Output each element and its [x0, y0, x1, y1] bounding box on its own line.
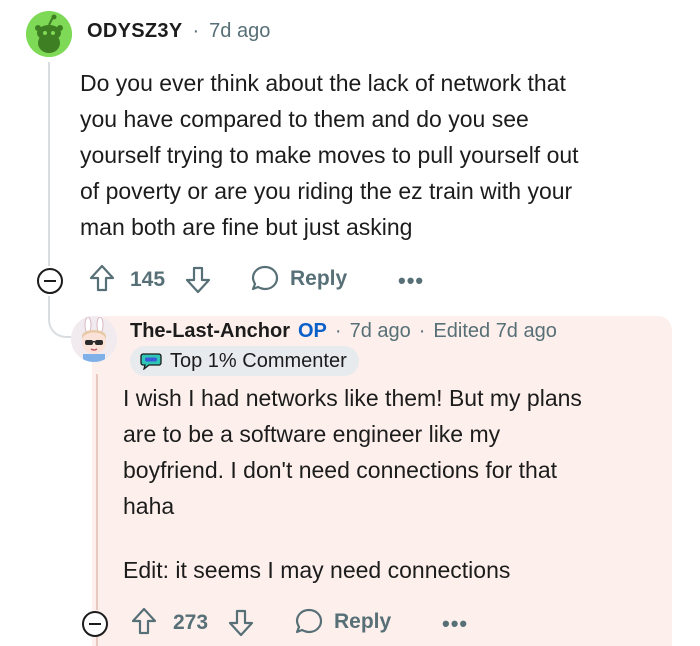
downvote-button[interactable] — [227, 608, 255, 638]
downvote-arrow-icon — [185, 266, 211, 294]
speech-bubble-icon — [295, 608, 323, 634]
comment-line: Do you ever think about the lack of netw… — [80, 70, 566, 96]
flair-text: Top 1% Commenter — [170, 349, 347, 372]
thread-line-curve — [48, 300, 72, 338]
thread-line-main — [48, 62, 50, 266]
comment-body: Do you ever think about the lack of netw… — [80, 65, 680, 245]
reply-button[interactable]: Reply — [294, 607, 391, 637]
op-badge: OP — [298, 320, 327, 342]
upvote-button[interactable] — [88, 263, 116, 293]
downvote-button[interactable] — [184, 265, 212, 295]
comment-line: man both are fine but just asking — [80, 214, 413, 240]
reply-label: Reply — [334, 610, 392, 633]
comment-line: yourself trying to make moves to pull yo… — [80, 142, 579, 168]
more-options-button[interactable]: ••• — [398, 268, 424, 294]
reply-thread-line-bottom — [96, 636, 98, 646]
snoo-avatar-icon — [26, 11, 72, 57]
reply-body: I wish I had networks like them! But my … — [123, 380, 663, 524]
edited-label: Edited 7d ago — [433, 320, 557, 342]
timestamp: 7d ago — [209, 20, 271, 42]
reply-label: Reply — [290, 267, 348, 290]
separator-dot: · — [334, 320, 342, 342]
reply-thread-line — [96, 374, 98, 610]
reply-line: boyfriend. I don't need connections for … — [123, 457, 558, 483]
user-flair: Top 1% Commenter — [130, 346, 359, 376]
separator-dot: · — [192, 20, 200, 42]
reply-button[interactable]: Reply — [250, 264, 347, 294]
more-options-button[interactable]: ••• — [442, 611, 468, 637]
collapse-button[interactable] — [82, 611, 108, 637]
reply-line: are to be a software engineer like my — [123, 421, 501, 447]
separator-dot: · — [418, 320, 426, 342]
reply-line: haha — [123, 493, 175, 519]
custom-avatar-icon — [71, 316, 117, 362]
upvote-arrow-icon — [131, 607, 157, 635]
vote-count: 145 — [130, 268, 166, 291]
reply-line: I wish I had networks like them! But my … — [123, 385, 582, 411]
avatar[interactable] — [71, 316, 117, 362]
reply-edit-line: Edit: it seems I may need connections — [123, 557, 511, 583]
username[interactable]: The-Last-Anchor — [130, 320, 290, 343]
comment-line: of poverty or are you riding the ez trai… — [80, 178, 573, 204]
timestamp: 7d ago — [349, 320, 411, 342]
comment-header: ODYSZ3Y · 7d ago — [87, 20, 270, 43]
upvote-arrow-icon — [89, 264, 115, 292]
downvote-arrow-icon — [228, 609, 254, 637]
username[interactable]: ODYSZ3Y — [87, 20, 182, 43]
collapse-button[interactable] — [37, 268, 63, 294]
reply-header: The-Last-Anchor OP · 7d ago · Edited 7d … — [130, 320, 557, 343]
avatar[interactable] — [26, 11, 72, 57]
vote-count: 273 — [173, 611, 209, 634]
commenter-badge-icon — [140, 353, 162, 370]
upvote-button[interactable] — [130, 606, 158, 636]
comment-line: you have compared to them and do you see — [80, 106, 529, 132]
speech-bubble-icon — [251, 265, 279, 291]
